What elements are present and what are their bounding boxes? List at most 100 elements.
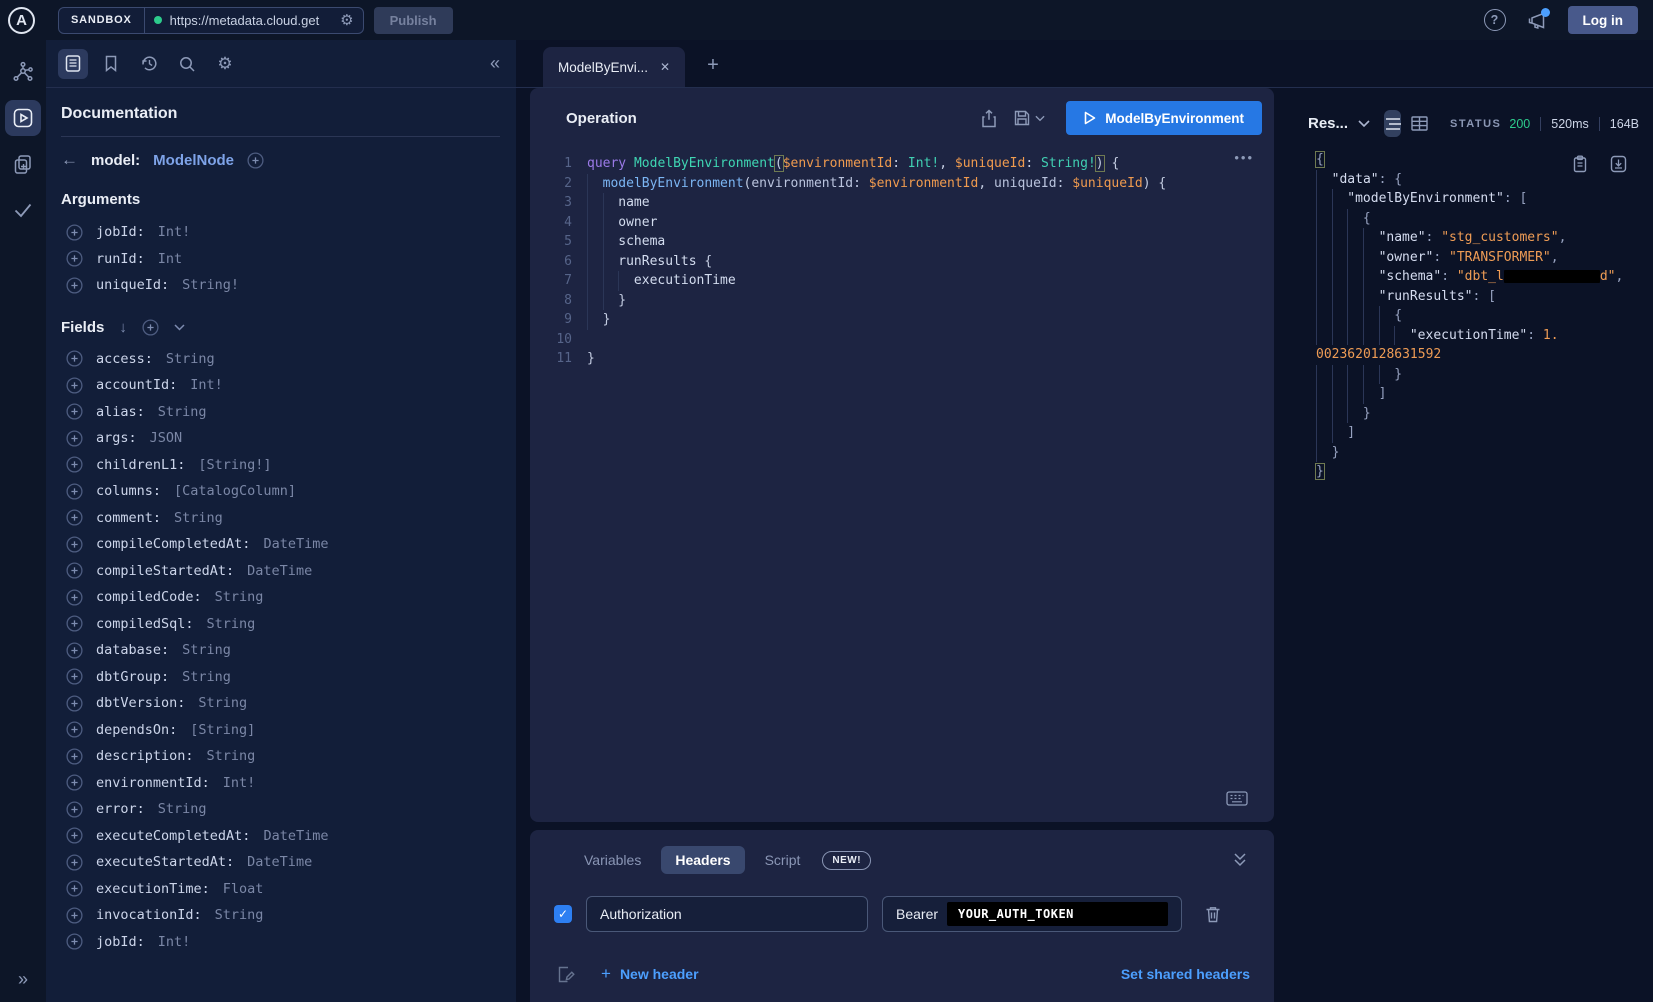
expand-rail-icon[interactable]: »: [18, 969, 28, 990]
field-row[interactable]: compiledCode:String: [61, 584, 500, 611]
add-to-query-icon[interactable]: [66, 377, 83, 394]
field-row[interactable]: args:JSON: [61, 425, 500, 452]
add-to-query-icon[interactable]: [66, 748, 83, 765]
field-row[interactable]: compileCompletedAt:DateTime: [61, 531, 500, 558]
tab-script[interactable]: Script: [755, 846, 811, 874]
add-to-query-icon[interactable]: [66, 250, 83, 267]
breadcrumb-type-link[interactable]: ModelNode: [153, 152, 234, 169]
add-to-query-icon[interactable]: [66, 827, 83, 844]
checklist-icon[interactable]: [5, 192, 41, 228]
field-row[interactable]: executeCompletedAt:DateTime: [61, 823, 500, 850]
bookmark-icon[interactable]: [96, 49, 126, 79]
field-row[interactable]: childrenL1:[String!]: [61, 452, 500, 479]
add-to-query-icon[interactable]: [66, 456, 83, 473]
response-dropdown-chevron-icon[interactable]: [1358, 120, 1370, 128]
add-to-query-icon[interactable]: [66, 403, 83, 420]
add-to-query-icon[interactable]: [66, 430, 83, 447]
field-row[interactable]: environmentId:Int!: [61, 770, 500, 797]
auth-token-value[interactable]: YOUR_AUTH_TOKEN: [947, 902, 1168, 926]
field-row[interactable]: comment:String: [61, 505, 500, 532]
collapse-sidebar-icon[interactable]: «: [490, 53, 500, 74]
field-row[interactable]: columns:[CatalogColumn]: [61, 478, 500, 505]
add-to-query-icon[interactable]: [66, 224, 83, 241]
run-operation-button[interactable]: ModelByEnvironment: [1066, 101, 1262, 135]
add-to-query-icon[interactable]: [66, 562, 83, 579]
share-operation-icon[interactable]: [980, 109, 998, 128]
endpoint-url-segment[interactable]: https://metadata.cloud.get ⚙: [145, 13, 363, 28]
copy-response-icon[interactable]: [1572, 155, 1588, 173]
schema-graph-icon[interactable]: [5, 54, 41, 90]
close-tab-icon[interactable]: ✕: [660, 60, 670, 74]
endpoint-url[interactable]: https://metadata.cloud.get: [170, 13, 333, 28]
field-row[interactable]: dbtGroup:String: [61, 664, 500, 691]
sort-fields-icon[interactable]: ↓: [119, 319, 127, 336]
set-shared-headers-link[interactable]: Set shared headers: [1121, 966, 1250, 982]
header-key-input[interactable]: [586, 896, 868, 932]
field-row[interactable]: description:String: [61, 743, 500, 770]
delete-header-icon[interactable]: [1204, 905, 1222, 924]
search-icon[interactable]: [172, 49, 202, 79]
add-to-query-icon[interactable]: [66, 668, 83, 685]
header-enabled-checkbox[interactable]: ✓: [554, 905, 572, 923]
add-to-query-icon[interactable]: [66, 695, 83, 712]
new-header-button[interactable]: + New header: [601, 964, 699, 984]
add-to-query-icon[interactable]: [66, 933, 83, 950]
operation-tab[interactable]: ModelByEnvi... ✕: [543, 47, 685, 87]
explorer-play-icon[interactable]: [5, 100, 41, 136]
publish-button[interactable]: Publish: [374, 7, 453, 34]
argument-row[interactable]: jobId:Int!: [61, 219, 500, 246]
field-row[interactable]: compiledSql:String: [61, 611, 500, 638]
keyboard-shortcuts-icon[interactable]: [1226, 791, 1248, 806]
add-to-query-icon[interactable]: [66, 277, 83, 294]
add-field-to-query-icon[interactable]: [247, 152, 264, 169]
table-view-icon[interactable]: [1411, 110, 1428, 137]
add-all-fields-icon[interactable]: [142, 319, 159, 336]
documentation-icon[interactable]: [58, 49, 88, 79]
add-to-query-icon[interactable]: [66, 483, 83, 500]
add-to-query-icon[interactable]: [66, 801, 83, 818]
add-to-query-icon[interactable]: [66, 774, 83, 791]
field-row[interactable]: dependsOn:[String]: [61, 717, 500, 744]
announcements-icon[interactable]: [1527, 11, 1547, 30]
collapse-panel-icon[interactable]: [1232, 852, 1248, 867]
add-to-query-icon[interactable]: [66, 642, 83, 659]
back-arrow-icon[interactable]: ←: [61, 150, 78, 170]
field-row[interactable]: executionTime:Float: [61, 876, 500, 903]
graphql-editor[interactable]: 1query ModelByEnvironment($environmentId…: [530, 154, 1274, 369]
field-row[interactable]: error:String: [61, 796, 500, 823]
add-to-query-icon[interactable]: [66, 721, 83, 738]
new-tab-icon[interactable]: +: [707, 54, 719, 77]
add-to-query-icon[interactable]: [66, 536, 83, 553]
download-response-icon[interactable]: [1610, 155, 1627, 173]
add-to-query-icon[interactable]: [66, 350, 83, 367]
help-icon[interactable]: ?: [1484, 9, 1506, 31]
add-to-query-icon[interactable]: [66, 854, 83, 871]
settings-gear-icon[interactable]: ⚙: [210, 49, 240, 79]
header-value-input[interactable]: Bearer YOUR_AUTH_TOKEN: [882, 896, 1182, 932]
field-row[interactable]: jobId:Int!: [61, 929, 500, 956]
fields-options-chevron-icon[interactable]: [174, 324, 185, 331]
field-row[interactable]: invocationId:String: [61, 902, 500, 929]
tab-headers[interactable]: Headers: [661, 846, 744, 874]
login-button[interactable]: Log in: [1568, 6, 1639, 34]
operation-more-options-icon[interactable]: •••: [1234, 150, 1254, 165]
field-row[interactable]: executeStartedAt:DateTime: [61, 849, 500, 876]
field-row[interactable]: accountId:Int!: [61, 372, 500, 399]
history-icon[interactable]: [134, 49, 164, 79]
tab-variables[interactable]: Variables: [574, 846, 651, 874]
add-to-query-icon[interactable]: [66, 880, 83, 897]
field-row[interactable]: compileStartedAt:DateTime: [61, 558, 500, 585]
add-to-query-icon[interactable]: [66, 615, 83, 632]
add-to-query-icon[interactable]: [66, 907, 83, 924]
argument-row[interactable]: runId:Int: [61, 246, 500, 273]
field-row[interactable]: database:String: [61, 637, 500, 664]
field-row[interactable]: dbtVersion:String: [61, 690, 500, 717]
add-to-query-icon[interactable]: [66, 589, 83, 606]
endpoint-settings-gear-icon[interactable]: ⚙: [340, 13, 353, 28]
argument-row[interactable]: uniqueId:String!: [61, 272, 500, 299]
save-operation-icon[interactable]: [1013, 109, 1045, 127]
add-to-query-icon[interactable]: [66, 509, 83, 526]
pretty-view-icon[interactable]: [1384, 110, 1401, 137]
field-row[interactable]: access:String: [61, 346, 500, 373]
edit-as-json-icon[interactable]: [556, 965, 575, 984]
